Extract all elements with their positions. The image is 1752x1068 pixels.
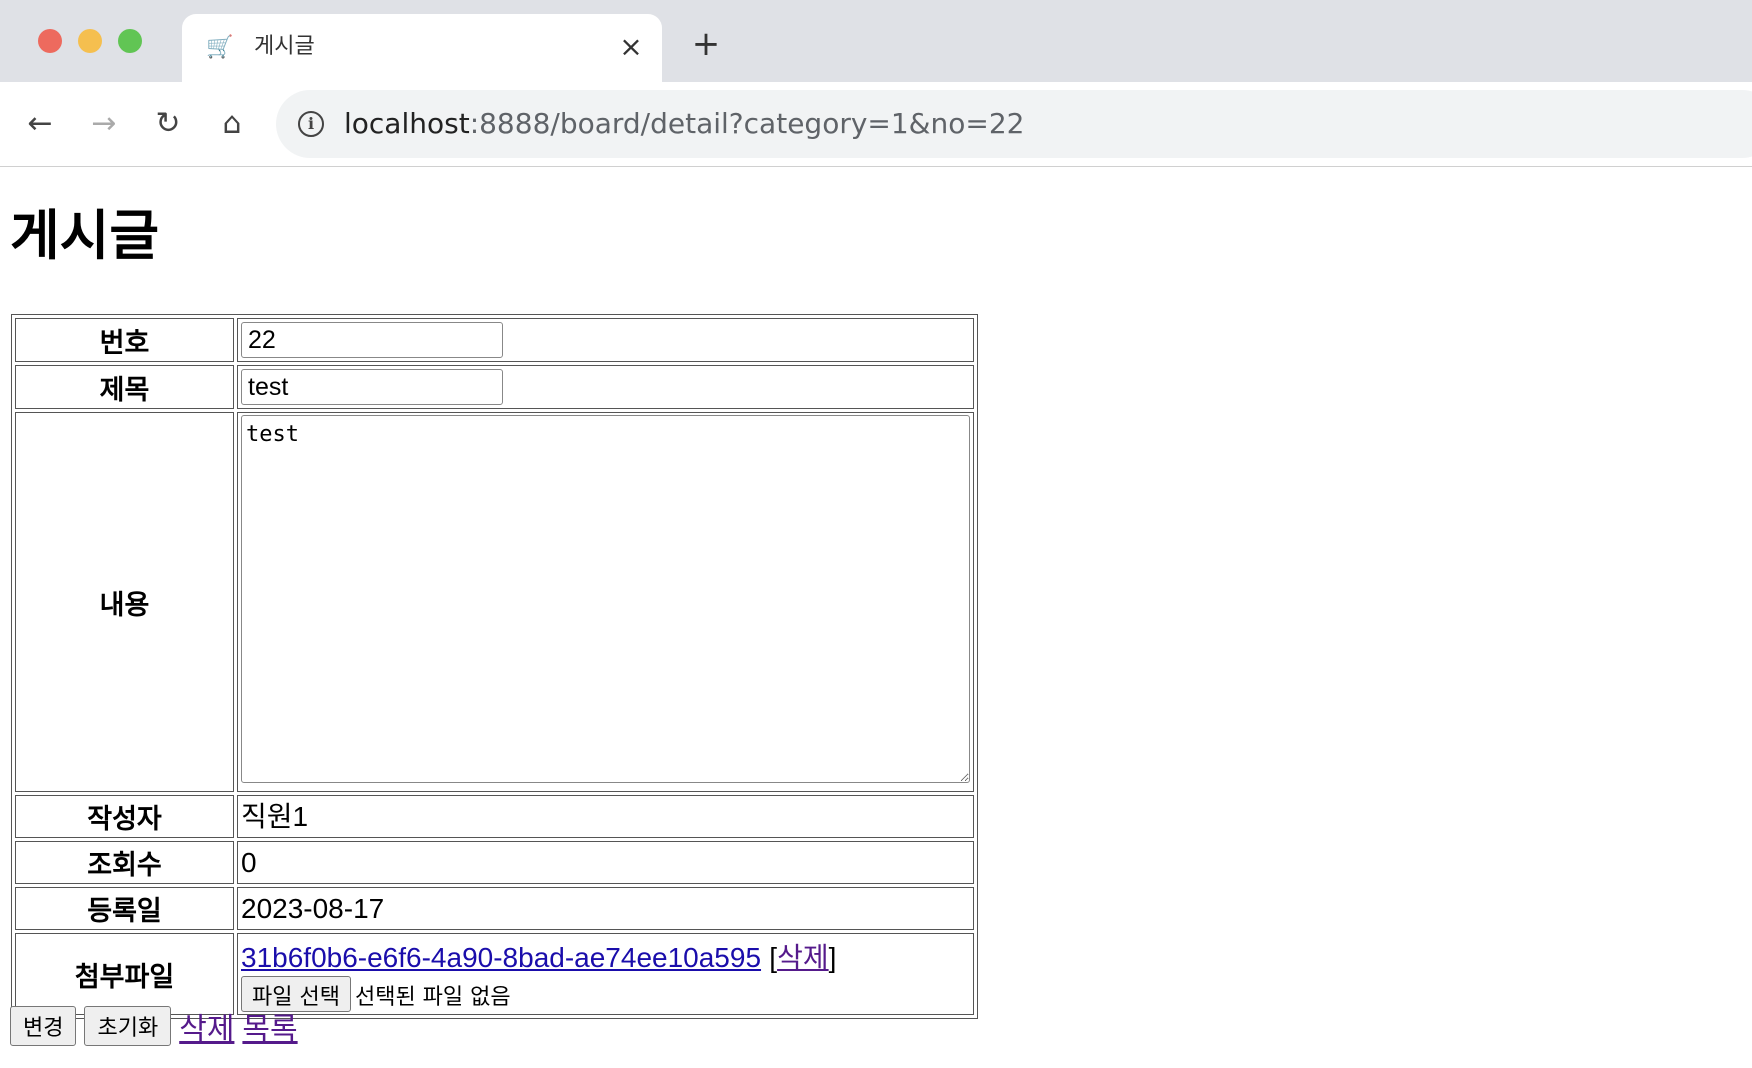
table-row: 제목 [15, 365, 974, 409]
browser-toolbar: ← → ↻ ⌂ i localhost:8888/board/detail?ca… [0, 82, 1752, 167]
label-date: 등록일 [15, 887, 234, 930]
writer-value: 직원1 [241, 800, 309, 832]
page-title: 게시글 [10, 204, 160, 267]
back-arrow-icon[interactable]: ← [20, 104, 60, 144]
label-writer: 작성자 [15, 795, 234, 838]
table-row: 첨부파일 31b6f0b6-e6f6-4a90-8bad-ae74ee10a59… [15, 933, 974, 1015]
label-file: 첨부파일 [15, 933, 234, 1015]
table-row: 조회수 0 [15, 841, 974, 884]
bracket-close: ] [828, 942, 837, 973]
label-views: 조회수 [15, 841, 234, 884]
close-icon[interactable]: × [616, 30, 646, 64]
cart-icon: 🛒 [206, 35, 234, 60]
action-bar: 변경 초기화 삭제 목록 [10, 1004, 298, 1048]
browser-tab-bar: 🛒 게시글 × + [0, 0, 1752, 82]
post-detail-table: 번호 제목 내용 test 작성자 직원1 조회수 0 등록일 2023-08-… [11, 314, 978, 1019]
attachment-delete-link[interactable]: 삭제 [777, 942, 829, 973]
no-file-text: 선택된 파일 없음 [354, 985, 511, 1010]
list-link[interactable]: 목록 [242, 1004, 297, 1048]
cell-date: 2023-08-17 [237, 887, 974, 930]
label-content: 내용 [15, 412, 234, 792]
label-no: 번호 [15, 318, 234, 362]
label-title: 제목 [15, 365, 234, 409]
table-row: 내용 test [15, 412, 974, 792]
cell-writer: 직원1 [237, 795, 974, 838]
table-row: 등록일 2023-08-17 [15, 887, 974, 930]
cell-content: test [237, 412, 974, 792]
close-window-button[interactable] [38, 29, 62, 53]
delete-link[interactable]: 삭제 [179, 1004, 234, 1048]
views-value: 0 [241, 846, 257, 878]
forward-arrow-icon[interactable]: → [84, 104, 124, 144]
browser-tab[interactable]: 🛒 게시글 × [182, 14, 662, 82]
tab-title: 게시글 [254, 34, 315, 59]
cell-file: 31b6f0b6-e6f6-4a90-8bad-ae74ee10a595 [삭제… [237, 933, 974, 1015]
table-row: 번호 [15, 318, 974, 362]
maximize-window-button[interactable] [118, 29, 142, 53]
attachment-link[interactable]: 31b6f0b6-e6f6-4a90-8bad-ae74ee10a595 [241, 942, 761, 973]
change-button[interactable]: 변경 [10, 1006, 77, 1046]
reset-button[interactable]: 초기화 [84, 1006, 172, 1046]
url-path: :8888/board/detail?category=1&no=22 [469, 107, 1025, 140]
url-text[interactable]: localhost:8888/board/detail?category=1&n… [344, 107, 1024, 141]
no-input[interactable] [241, 322, 503, 358]
content-textarea[interactable]: test [241, 414, 970, 783]
home-icon[interactable]: ⌂ [212, 104, 252, 144]
cell-views: 0 [237, 841, 974, 884]
date-value: 2023-08-17 [241, 892, 385, 924]
title-input[interactable] [241, 369, 503, 405]
cell-title [237, 365, 974, 409]
new-tab-button[interactable]: + [690, 27, 722, 61]
minimize-window-button[interactable] [78, 29, 102, 53]
info-icon[interactable]: i [298, 111, 324, 137]
url-host: localhost [344, 107, 470, 140]
bracket-open: [ [769, 942, 778, 973]
cell-no [237, 318, 974, 362]
table-row: 작성자 직원1 [15, 795, 974, 838]
address-bar[interactable]: i localhost:8888/board/detail?category=1… [276, 90, 1752, 158]
reload-icon[interactable]: ↻ [148, 104, 188, 144]
